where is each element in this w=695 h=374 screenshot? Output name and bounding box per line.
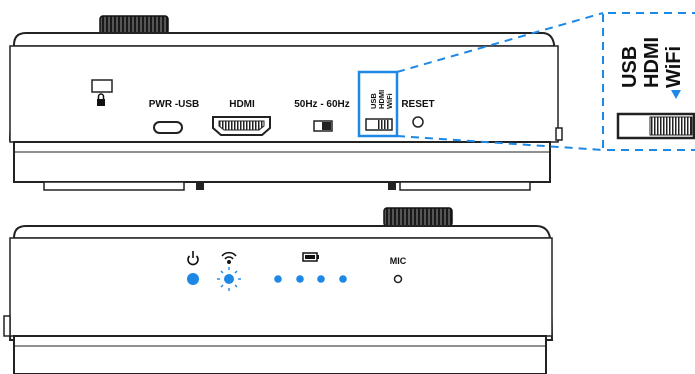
zoom-label-wifi: WiFi <box>663 46 685 88</box>
zoom-mode-switch <box>616 112 695 140</box>
back-panel: PWR -USB HDMI 50Hz - 60Hz USB HDMI WiFi … <box>8 15 563 191</box>
battery-led-3 <box>317 275 325 283</box>
mic-label: MIC <box>390 256 407 266</box>
front-panel: MIC <box>3 207 554 374</box>
device-illustration: PWR -USB HDMI 50Hz - 60Hz USB HDMI WiFi … <box>3 12 695 374</box>
lock-slot <box>91 79 113 93</box>
power-led <box>187 273 199 285</box>
battery-led-2 <box>296 275 304 283</box>
mode-switch[interactable] <box>365 118 393 131</box>
freq-label: 50Hz - 60Hz <box>294 99 350 110</box>
zoom-mode-labels: USB HDMI WiFi <box>619 37 685 88</box>
battery-icon <box>302 252 319 262</box>
pwr-usb-label: PWR -USB <box>149 99 200 110</box>
mode-label-wifi: WiFi <box>385 93 394 109</box>
top-knob[interactable] <box>99 15 169 35</box>
reset-button[interactable] <box>412 116 424 128</box>
battery-led-1 <box>274 275 282 283</box>
freq-switch[interactable] <box>313 120 333 132</box>
mic-hole <box>393 274 403 284</box>
hdmi-label: HDMI <box>229 99 255 110</box>
zoom-label-hdmi: HDMI <box>641 37 663 88</box>
hdmi-port[interactable] <box>212 116 271 136</box>
zoom-label-usb: USB <box>619 46 641 88</box>
selection-arrow-icon <box>671 90 681 99</box>
usb-c-port[interactable] <box>153 121 183 134</box>
front-knob[interactable] <box>383 207 453 227</box>
battery-led-4 <box>339 275 347 283</box>
reset-label: RESET <box>401 99 434 110</box>
